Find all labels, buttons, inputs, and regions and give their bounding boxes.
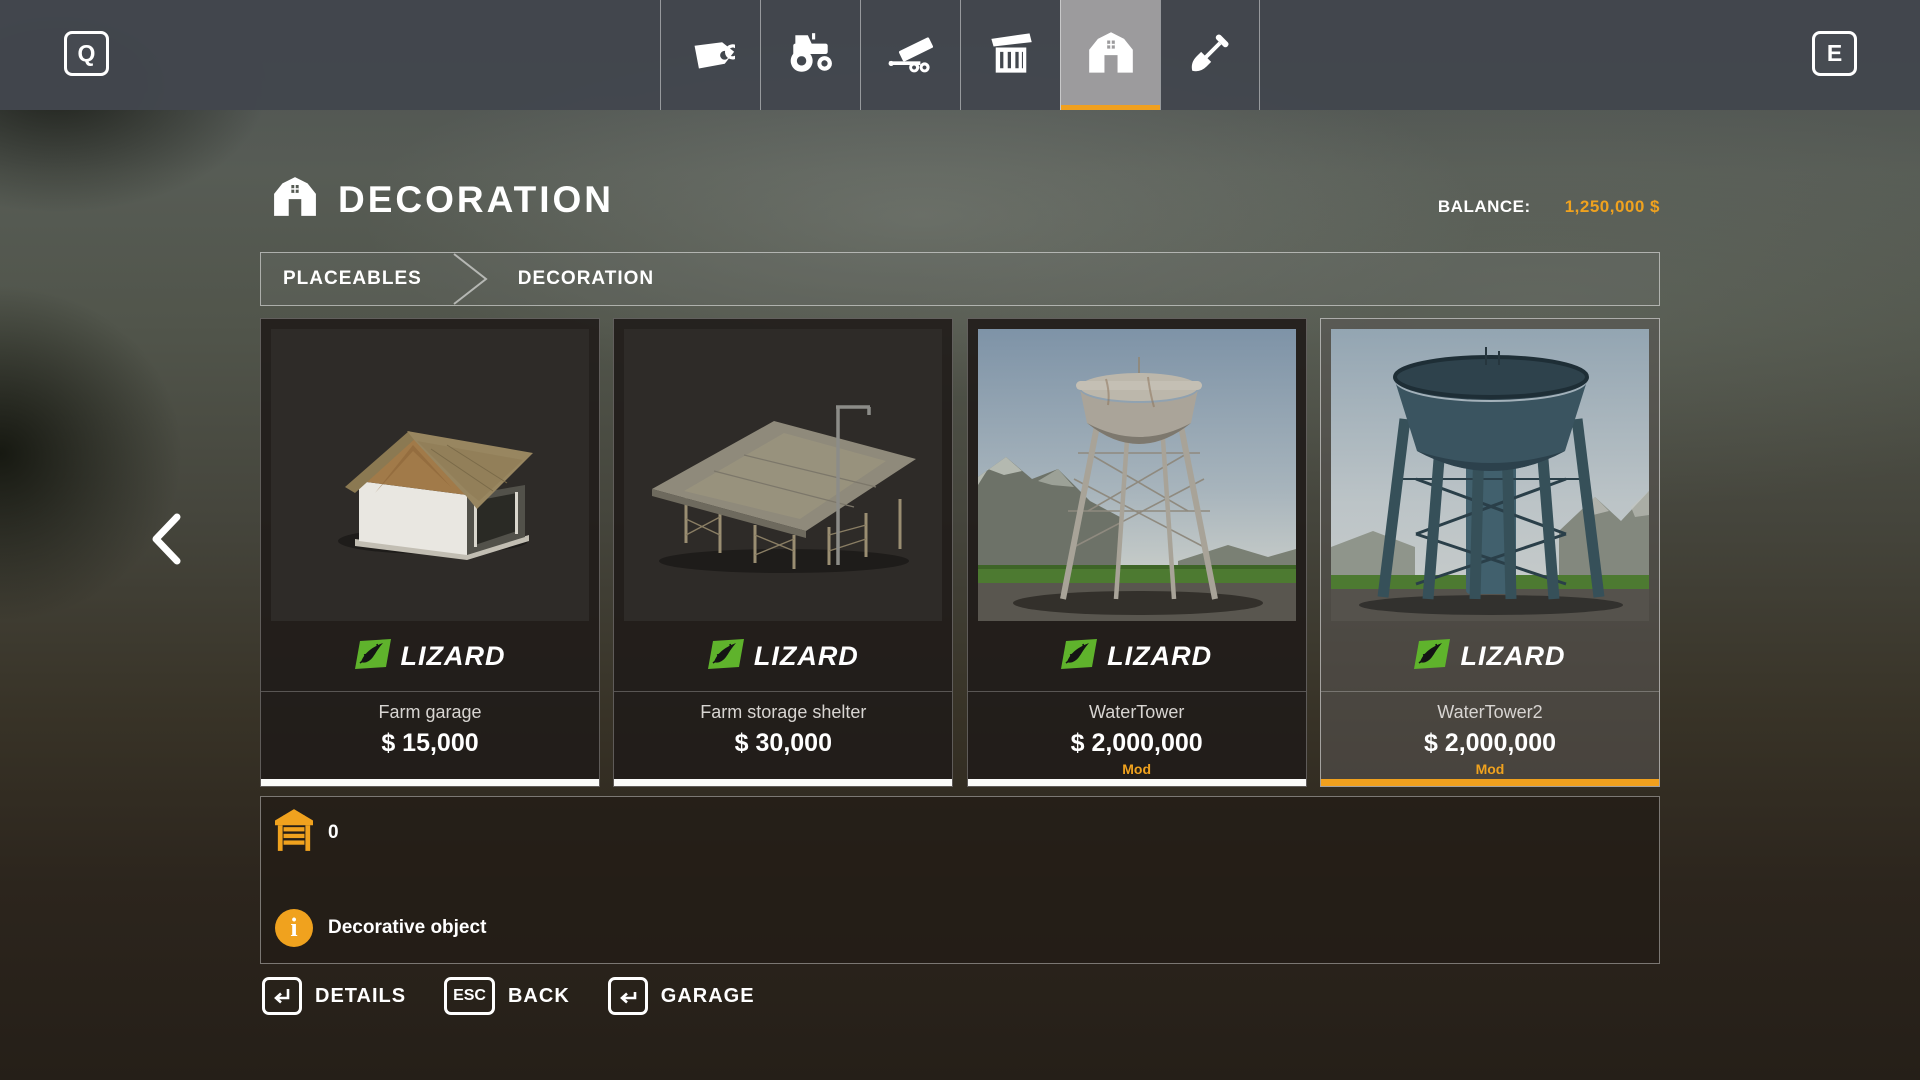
lizard-logo-icon: [708, 639, 744, 674]
card-divider: [1321, 691, 1659, 692]
card-divider: [261, 691, 599, 692]
lizard-logo-icon: [355, 639, 391, 674]
lizard-logo-icon: [1061, 639, 1097, 674]
shovel-icon: [1186, 29, 1234, 82]
item-image-watertower2: [1331, 329, 1649, 621]
breadcrumb-placeables[interactable]: PLACEABLES: [261, 268, 422, 290]
key-hint-e[interactable]: E: [1812, 31, 1857, 76]
tipper-trailer-icon: [887, 29, 935, 82]
mod-badge: Mod: [968, 761, 1306, 779]
owned-count: 0: [328, 822, 339, 844]
description-row: i Decorative object: [275, 909, 486, 947]
balance-label: BALANCE:: [1438, 197, 1531, 217]
item-name: Farm garage: [261, 702, 599, 726]
barn-icon: [1087, 29, 1135, 82]
card-underline: [1321, 779, 1659, 786]
garage-label: GARAGE: [661, 985, 755, 1008]
details-label: DETAILS: [315, 985, 406, 1008]
tractor-icon: [787, 29, 835, 82]
chevron-right-icon: [448, 253, 492, 305]
tab-placeables[interactable]: [1060, 0, 1160, 110]
previous-page-arrow[interactable]: [146, 512, 184, 571]
item-image-farm-storage-shelter: [624, 329, 942, 621]
card-divider: [614, 691, 952, 692]
item-description: Decorative object: [328, 917, 486, 939]
chevron-left-icon: [146, 553, 184, 570]
item-price: $ 15,000: [261, 729, 599, 761]
card-underline: [614, 779, 952, 786]
balance-value: 1,250,000 $: [1565, 197, 1660, 217]
item-price: $ 2,000,000: [968, 729, 1306, 761]
details-button[interactable]: DETAILS: [262, 977, 406, 1015]
tab-landscaping[interactable]: [1160, 0, 1260, 110]
card-divider: [968, 691, 1306, 692]
lizard-logo-icon: [1414, 639, 1450, 674]
item-card-watertower[interactable]: LIZARD WaterTower $ 2,000,000 Mod: [967, 318, 1307, 787]
item-name: WaterTower2: [1321, 702, 1659, 726]
tab-vehicles[interactable]: [760, 0, 860, 110]
owned-count-row: 0: [275, 809, 339, 856]
price-tag-icon: [687, 29, 735, 82]
card-underline: [261, 779, 599, 786]
tab-objects[interactable]: [960, 0, 1060, 110]
item-card-watertower2[interactable]: LIZARD WaterTower2 $ 2,000,000 Mod: [1320, 318, 1660, 787]
brand-name: LIZARD: [1107, 641, 1212, 672]
brand-lizard: LIZARD: [1321, 621, 1659, 691]
card-underline: [968, 779, 1306, 786]
garage-button[interactable]: GARAGE: [608, 977, 755, 1015]
brand-lizard: LIZARD: [614, 621, 952, 691]
item-name: WaterTower: [968, 702, 1306, 726]
key-hint-q-label: Q: [78, 40, 96, 67]
breadcrumb: PLACEABLES DECORATION: [260, 252, 1660, 306]
balance: BALANCE: 1,250,000 $: [260, 197, 1660, 217]
tab-tools[interactable]: [860, 0, 960, 110]
item-price: $ 2,000,000: [1321, 729, 1659, 761]
enter-key-icon: [262, 977, 302, 1015]
back-label: BACK: [508, 985, 570, 1008]
item-image-watertower: [978, 329, 1296, 621]
mod-badge: Mod: [1321, 761, 1659, 779]
back-button[interactable]: ESC BACK: [444, 977, 570, 1015]
item-price: $ 30,000: [614, 729, 952, 761]
tab-sales[interactable]: [660, 0, 760, 110]
brand-lizard: LIZARD: [261, 621, 599, 691]
top-bar: Q: [0, 0, 1920, 110]
esc-key: ESC: [444, 977, 495, 1015]
item-image-farm-garage: [271, 329, 589, 621]
brand-name: LIZARD: [401, 641, 506, 672]
info-icon: i: [275, 909, 313, 947]
brand-lizard: LIZARD: [968, 621, 1306, 691]
footer-actions: DETAILS ESC BACK GARAGE: [262, 977, 755, 1015]
key-hint-e-label: E: [1827, 40, 1842, 67]
garage-icon: [275, 809, 313, 856]
brand-name: LIZARD: [754, 641, 859, 672]
item-name: Farm storage shelter: [614, 702, 952, 726]
item-card-farm-garage[interactable]: LIZARD Farm garage $ 15,000: [260, 318, 600, 787]
breadcrumb-decoration: DECORATION: [518, 268, 654, 290]
pallet-shed-icon: [987, 29, 1035, 82]
item-grid: LIZARD Farm garage $ 15,000: [260, 318, 1660, 787]
brand-name: LIZARD: [1460, 641, 1565, 672]
key-hint-q[interactable]: Q: [64, 31, 109, 76]
backtab-key-icon: [608, 977, 648, 1015]
shop-category-tabs: [660, 0, 1260, 110]
item-detail-panel: 0 i Decorative object: [260, 796, 1660, 964]
item-card-farm-storage-shelter[interactable]: LIZARD Farm storage shelter $ 30,000: [613, 318, 953, 787]
